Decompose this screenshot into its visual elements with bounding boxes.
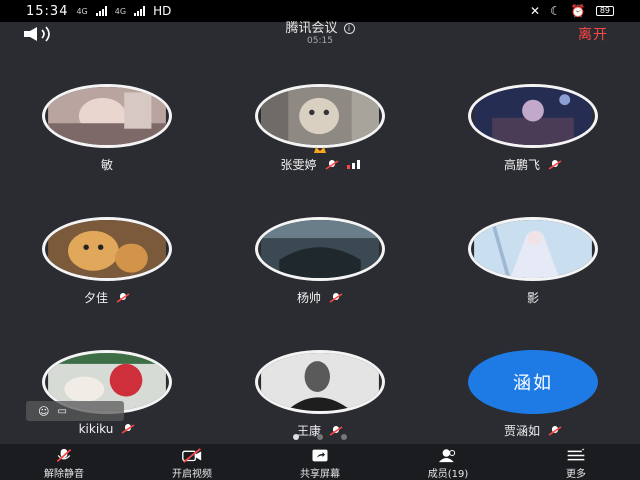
camera-off-icon bbox=[182, 448, 202, 463]
unmute-button[interactable]: 解除静音 bbox=[24, 444, 104, 480]
mic-muted-icon bbox=[121, 424, 135, 434]
meeting-toolbar: 解除静音 开启视频 共享屏幕 成员(19) 更多 bbox=[0, 444, 640, 480]
participant-name: 夕佳 bbox=[83, 291, 108, 305]
chat-icon: ▭ bbox=[57, 405, 67, 417]
menu-icon bbox=[567, 448, 585, 461]
mic-muted-icon bbox=[116, 292, 130, 303]
participant-name: 杨帅 bbox=[296, 291, 321, 305]
share-screen-button[interactable]: 共享屏幕 bbox=[280, 444, 360, 480]
mute-status-icon: ✕ bbox=[530, 4, 541, 18]
signal-icon bbox=[95, 6, 107, 16]
network-type-right: 4G bbox=[114, 6, 127, 16]
mic-muted-icon bbox=[329, 292, 343, 303]
audio-level-icon bbox=[346, 160, 360, 169]
smile-icon: ☺ bbox=[38, 404, 50, 418]
participant-tile[interactable]: 影 bbox=[453, 217, 613, 327]
start-video-button[interactable]: 开启视频 bbox=[152, 444, 232, 480]
leave-button[interactable]: 离开 bbox=[578, 24, 608, 44]
battery-icon: 89 bbox=[595, 6, 614, 16]
moon-icon: ☾ bbox=[550, 4, 561, 18]
info-icon[interactable]: i bbox=[343, 23, 355, 34]
mic-off-icon bbox=[56, 448, 72, 462]
mic-muted-icon bbox=[548, 159, 562, 170]
participant-tile[interactable]: 杨帅 bbox=[240, 217, 400, 327]
signal-icon-2 bbox=[134, 6, 146, 16]
avatar-initials: 涵如 bbox=[468, 350, 598, 414]
participant-name: 敏 bbox=[100, 158, 113, 172]
meeting-title[interactable]: 腾讯会议 bbox=[285, 21, 337, 36]
page-dot bbox=[341, 434, 347, 440]
avatar bbox=[42, 84, 172, 148]
avatar bbox=[468, 217, 598, 281]
participant-tile[interactable]: 夕佳 bbox=[27, 217, 187, 327]
avatar bbox=[255, 84, 385, 148]
host-badge-icon bbox=[314, 147, 326, 153]
meeting-header: 腾讯会议 i 05:15 离开 bbox=[0, 22, 640, 46]
participant-name: 影 bbox=[526, 291, 539, 305]
participant-tile[interactable]: 张雯婷 bbox=[240, 84, 400, 194]
hd-indicator: HD bbox=[153, 4, 172, 18]
meeting-timer: 05:15 bbox=[307, 36, 333, 46]
participant-grid: 敏 张雯婷 高鹏飞 夕佳 杨帅 影 kikiku 王康 涵如 贾涵如 ☺ ▭ bbox=[0, 46, 640, 444]
page-indicator[interactable] bbox=[0, 434, 640, 440]
page-dot bbox=[317, 434, 323, 440]
members-button[interactable]: 成员(19) bbox=[408, 444, 488, 480]
avatar bbox=[255, 217, 385, 281]
share-screen-icon bbox=[312, 449, 328, 462]
alarm-icon: ⏰ bbox=[570, 4, 586, 18]
participant-name: 张雯婷 bbox=[280, 158, 317, 172]
floating-indicator[interactable]: ☺ ▭ bbox=[26, 401, 124, 421]
more-button[interactable]: 更多 bbox=[536, 444, 616, 480]
mic-muted-icon bbox=[325, 159, 338, 170]
members-icon bbox=[438, 449, 456, 463]
avatar bbox=[255, 350, 385, 414]
avatar bbox=[42, 217, 172, 281]
network-type-left: 4G bbox=[76, 6, 88, 16]
participant-tile[interactable]: 敏 bbox=[27, 84, 187, 194]
participant-tile[interactable]: 高鹏飞 bbox=[453, 84, 613, 194]
page-dot-active bbox=[293, 434, 299, 440]
clock: 15:34 bbox=[26, 3, 69, 19]
status-bar: 15:34 4G 4G HD ✕ ☾ ⏰ 89 bbox=[0, 0, 640, 22]
avatar bbox=[468, 84, 598, 148]
participant-name: 高鹏飞 bbox=[503, 158, 540, 172]
